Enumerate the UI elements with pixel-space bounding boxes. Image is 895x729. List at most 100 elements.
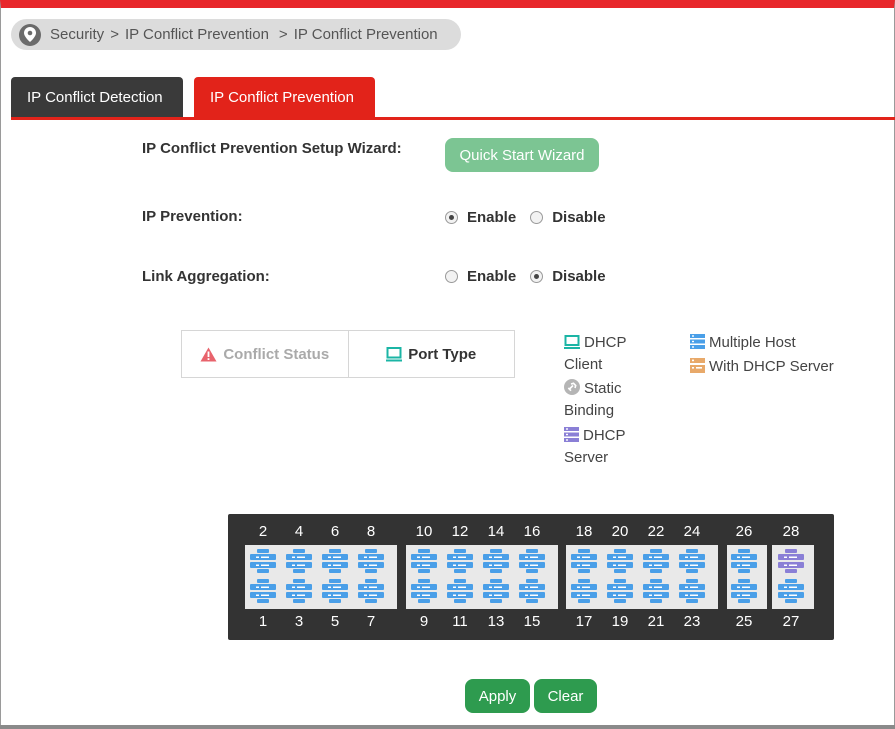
port-11-icon[interactable]: [445, 579, 475, 604]
conflict-status-view-button[interactable]: Conflict Status: [182, 331, 349, 377]
port-number-label: 15: [523, 613, 541, 630]
port-14-icon[interactable]: [481, 549, 511, 574]
port-number-label: 26: [735, 523, 753, 540]
port-number-label: 27: [782, 613, 800, 630]
apply-button[interactable]: Apply: [465, 679, 530, 713]
port-20-icon[interactable]: [605, 549, 635, 574]
port-28-icon[interactable]: [776, 549, 806, 574]
breadcrumb-separator: >: [278, 26, 288, 43]
legend-static-line1: Static: [584, 380, 622, 397]
static-binding-icon: [564, 379, 580, 395]
tab-ip-conflict-prevention[interactable]: IP Conflict Prevention: [194, 77, 375, 118]
legend-dhcp-client-line2: Client: [564, 356, 603, 373]
port-number-label: 11: [452, 613, 468, 630]
port-21-icon[interactable]: [641, 579, 671, 604]
breadcrumb-separator: >: [110, 26, 119, 43]
clear-button[interactable]: Clear: [534, 679, 597, 713]
ip-prevention-disable-label[interactable]: Disable: [552, 209, 605, 226]
port-number-label: 5: [330, 613, 340, 630]
legend-multiple-host-label: Multiple Host: [709, 334, 796, 351]
port-10-icon[interactable]: [409, 549, 439, 574]
tab-ip-conflict-detection[interactable]: IP Conflict Detection: [11, 77, 183, 118]
port-13-icon[interactable]: [481, 579, 511, 604]
port-number-label: 8: [366, 523, 376, 540]
port-22-icon[interactable]: [641, 549, 671, 574]
legend-multiple-host: Multiple Host: [690, 332, 860, 354]
ip-prevention-disable-radio[interactable]: [530, 211, 544, 224]
port-number-label: 20: [611, 523, 629, 540]
port-type-label: Port Type: [408, 345, 477, 363]
breadcrumb-item-ip-conflict-prevention[interactable]: IP Conflict Prevention: [125, 26, 269, 43]
location-pin-icon: [19, 23, 41, 46]
link-aggregation-enable-label[interactable]: Enable: [467, 268, 516, 285]
multiple-host-icon: [690, 334, 705, 349]
port-number-label: 22: [647, 523, 665, 540]
port-number-label: 10: [415, 523, 433, 540]
link-aggregation-disable-label[interactable]: Disable: [552, 268, 605, 285]
port-number-label: 18: [575, 523, 593, 540]
port-24-icon[interactable]: [677, 549, 707, 574]
dhcp-server-icon: [564, 427, 579, 442]
link-aggregation-label: Link Aggregation:: [142, 268, 270, 285]
port-17-icon[interactable]: [569, 579, 599, 604]
legend-dhcp-client-line1: DHCP: [584, 334, 627, 351]
port-6-icon[interactable]: [320, 549, 350, 574]
ip-prevention-enable-label[interactable]: Enable: [467, 209, 516, 226]
port-19-icon[interactable]: [605, 579, 635, 604]
legend-static-line2: Binding: [564, 402, 615, 419]
port-7-icon[interactable]: [356, 579, 386, 604]
monitor-icon: [386, 346, 403, 361]
frame-bottom-edge: [0, 725, 895, 729]
port-number-label: 1: [258, 613, 268, 630]
port-5-icon[interactable]: [320, 579, 350, 604]
quick-start-wizard-button[interactable]: Quick Start Wizard: [445, 138, 599, 172]
tab-underline: [11, 117, 895, 120]
port-type-view-button[interactable]: Port Type: [349, 331, 515, 377]
port-1-icon[interactable]: [248, 579, 278, 604]
port-8-icon[interactable]: [356, 549, 386, 574]
legend-dhcp-server-line1: DHCP: [583, 427, 626, 444]
wizard-label: IP Conflict Prevention Setup Wizard:: [142, 140, 402, 157]
port-25-icon[interactable]: [729, 579, 759, 604]
legend-dhcp-server-line2: Server: [564, 449, 609, 466]
port-3-icon[interactable]: [284, 579, 314, 604]
link-aggregation-enable-radio[interactable]: [445, 270, 458, 283]
switch-panel: 2 1 4 3 6 5 8 7 10 9 12 11 14 13 16 15 18 17 20 19 22 21 24 23 2…: [228, 514, 834, 640]
warning-icon: [200, 347, 217, 361]
breadcrumb: Security > IP Conflict Prevention > IP C…: [11, 19, 461, 50]
conflict-status-label: Conflict Status: [223, 345, 330, 363]
port-number-label: 23: [683, 613, 701, 630]
link-aggregation-radio-group: Enable Disable: [445, 268, 620, 285]
port-23-icon[interactable]: [677, 579, 707, 604]
port-number-label: 24: [683, 523, 701, 540]
port-number-label: 6: [330, 523, 340, 540]
port-18-icon[interactable]: [569, 549, 599, 574]
port-27-icon[interactable]: [776, 579, 806, 604]
port-9-icon[interactable]: [409, 579, 439, 604]
view-toggle: Conflict Status Port Type: [181, 330, 515, 378]
port-number-label: 9: [419, 613, 429, 630]
ip-prevention-radio-group: Enable Disable: [445, 209, 620, 226]
with-dhcp-server-icon: [690, 358, 705, 373]
legend-dhcp-server: DHCP Server: [564, 425, 654, 469]
ip-prevention-enable-radio[interactable]: [445, 211, 458, 224]
port-2-icon[interactable]: [248, 549, 278, 574]
port-4-icon[interactable]: [284, 549, 314, 574]
port-number-label: 16: [523, 523, 541, 540]
port-26-icon[interactable]: [729, 549, 759, 574]
port-number-label: 12: [451, 523, 469, 540]
dhcp-client-icon: [564, 335, 580, 349]
port-number-label: 3: [294, 613, 304, 630]
port-number-label: 28: [782, 523, 800, 540]
port-15-icon[interactable]: [517, 579, 547, 604]
port-number-label: 17: [575, 613, 593, 630]
breadcrumb-item-security[interactable]: Security: [50, 26, 104, 43]
port-number-label: 13: [487, 613, 505, 630]
tab-bar: IP Conflict Detection IP Conflict Preven…: [11, 77, 386, 118]
breadcrumb-item-current: IP Conflict Prevention: [293, 26, 438, 43]
port-number-label: 14: [487, 523, 505, 540]
ip-prevention-label: IP Prevention:: [142, 208, 243, 225]
port-16-icon[interactable]: [517, 549, 547, 574]
link-aggregation-disable-radio[interactable]: [530, 270, 544, 283]
port-12-icon[interactable]: [445, 549, 475, 574]
